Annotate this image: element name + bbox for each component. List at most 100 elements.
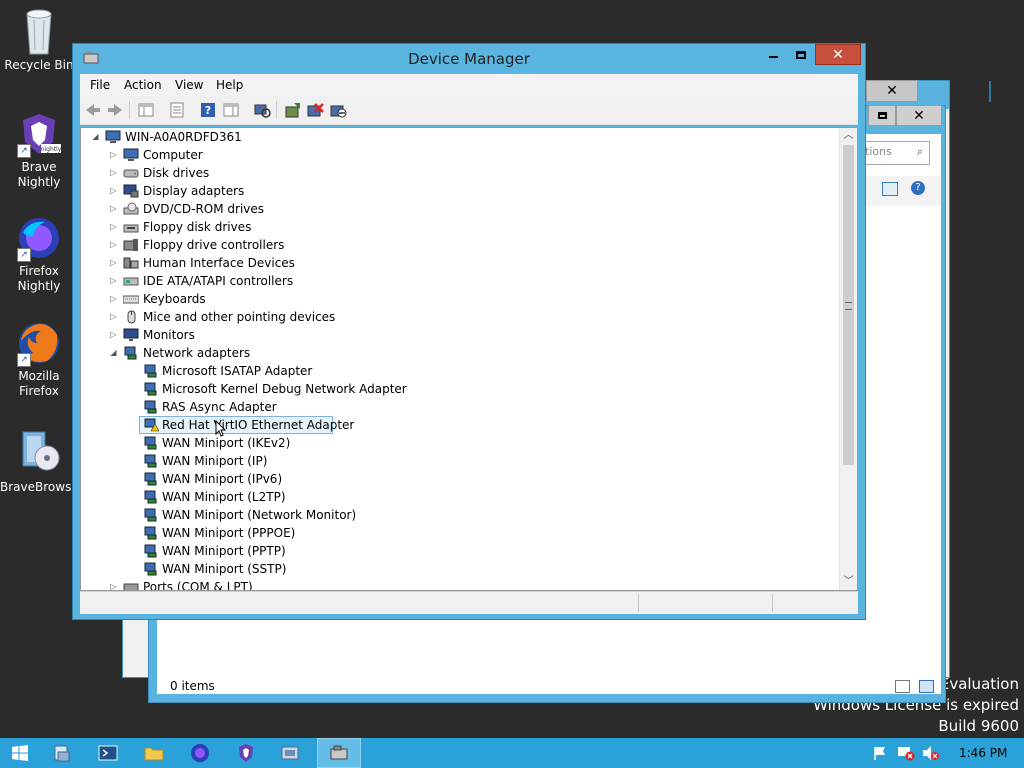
mouse-cursor-icon [215,419,227,438]
taskbar-powershell[interactable] [86,738,130,768]
scroll-down-arrow-icon[interactable]: ﹀ [840,574,857,590]
floppy-drive-icon [123,220,139,234]
pane-toggle-icon[interactable] [882,182,898,196]
taskbar-firefox-nightly[interactable] [178,738,222,768]
network-adapter-icon [143,364,159,378]
tree-device-label: Red Hat VirtIO Ethernet Adapter [162,418,355,432]
tree-category-label: DVD/CD-ROM drives [143,202,265,216]
properties-sheet-icon[interactable] [168,101,186,119]
start-button[interactable] [0,738,40,768]
shortcut-arrow-icon: ↗ [17,248,31,262]
folder-icon [144,747,164,761]
search-box[interactable]: tions ⌕ [861,141,930,165]
expand-arrow-icon[interactable]: ▷ [109,182,118,200]
expand-arrow-icon[interactable]: ▷ [109,164,118,182]
status-text: 0 items [170,679,215,693]
desktop-icon-label: BraveBrows... [0,480,83,494]
menu-help[interactable]: Help [216,78,243,92]
expand-arrow-icon[interactable]: ▷ [109,578,118,590]
expand-arrow-icon[interactable]: ▷ [109,290,118,308]
tree-device-label: WAN Miniport (IP) [162,454,268,468]
maximize-icon [877,112,887,119]
expand-arrow-icon[interactable]: ▷ [109,200,118,218]
ide-controller-icon [123,274,139,288]
collapse-arrow-icon[interactable]: ◢ [109,344,118,362]
desktop-icon-brave-nightly[interactable]: nightly ↗ Brave Nightly [0,112,78,190]
expand-arrow-icon[interactable]: ▷ [109,308,118,326]
toolbar: ? [80,96,858,125]
disk-drive-icon [123,166,139,180]
taskbar: 1:46 PM [0,738,1024,768]
disable-device-icon[interactable] [329,101,347,119]
tree-category-label: Mice and other pointing devices [143,310,336,324]
volume-muted-icon[interactable] [922,745,940,761]
tree-device-item-selected[interactable]: Red Hat VirtIO Ethernet Adapter [139,416,354,434]
tree-device-label: Microsoft Kernel Debug Network Adapter [162,382,407,396]
taskbar-server-manager[interactable] [40,738,84,768]
minimize-button[interactable] [759,44,787,65]
toolbar-separator [276,101,277,119]
computer-icon [123,148,139,162]
close-icon: ✕ [886,83,898,99]
taskbar-network-app[interactable] [268,738,312,768]
maximize-button[interactable] [787,44,815,65]
maximize-icon [796,50,806,59]
display-adapter-icon [123,184,139,198]
action-pane-icon[interactable] [222,101,240,119]
large-icons-view-icon[interactable] [919,680,934,693]
network-disconnected-icon[interactable] [897,745,915,761]
network-adapter-icon [143,526,159,540]
scroll-up-arrow-icon[interactable]: ︿ [840,128,857,144]
expand-arrow-icon[interactable]: ▷ [109,272,118,290]
help-icon[interactable]: ? [199,101,217,119]
taskbar-file-explorer[interactable] [132,738,176,768]
search-icon: ⌕ [916,145,923,158]
status-bar-separator [638,594,639,612]
uninstall-device-icon[interactable] [306,101,324,119]
help-icon[interactable]: ? [911,181,925,195]
background-window-2-maximize-button[interactable] [868,105,896,126]
tree-device-label: WAN Miniport (SSTP) [162,562,287,576]
menu-action[interactable]: Action [124,78,162,92]
background-window-1-close-button[interactable]: ✕ [866,80,918,102]
menu-view[interactable]: View [175,78,203,92]
menu-file[interactable]: File [90,78,110,92]
status-bar-separator [772,594,773,612]
close-button[interactable] [989,81,991,102]
desktop-icon-bravebrowser[interactable]: BraveBrows... [0,428,83,495]
taskbar-device-manager[interactable] [317,738,361,768]
expand-arrow-icon[interactable]: ▷ [109,218,118,236]
update-driver-icon[interactable] [284,101,302,119]
expand-arrow-icon[interactable]: ▷ [109,236,118,254]
desktop-icon-label: Firefox Nightly [17,264,61,293]
action-center-flag-icon[interactable] [872,745,888,761]
firefox-icon: ↗ [17,321,61,367]
network-adapter-icon [143,544,159,558]
collapse-arrow-icon[interactable]: ◢ [91,128,100,146]
tree-category-label: Network adapters [143,346,251,360]
tree-category-label: Display adapters [143,184,245,198]
desktop-icon-recycle-bin[interactable]: Recycle Bin [0,6,78,73]
desktop-icon-mozilla-firefox[interactable]: ↗ Mozilla Firefox [0,321,78,399]
vertical-scrollbar[interactable]: ︿ ﹀ [839,128,857,590]
hid-icon [123,256,139,270]
background-window-2-close-button[interactable]: ✕ [896,105,942,126]
desktop-icon-label: Mozilla Firefox [18,369,60,398]
desktop-icon-firefox-nightly[interactable]: ↗ Firefox Nightly [0,216,78,294]
dvd-drive-icon [123,202,139,216]
forward-arrow-icon[interactable] [106,101,124,119]
network-adapter-icon [143,490,159,504]
show-hide-console-tree-icon[interactable] [137,101,155,119]
taskbar-clock[interactable]: 1:46 PM [959,746,1007,760]
details-view-icon[interactable] [895,680,910,693]
expand-arrow-icon[interactable]: ▷ [109,254,118,272]
expand-arrow-icon[interactable]: ▷ [109,146,118,164]
device-tree[interactable]: ◢ WIN-A0A0RDFD361 ▷ Computer ▷ Disk driv… [80,127,858,591]
expand-arrow-icon[interactable]: ▷ [109,326,118,344]
device-manager-window[interactable]: Device Manager ✕ File Action View Help ? [72,43,866,620]
scan-hardware-changes-icon[interactable] [253,101,271,119]
back-arrow-icon[interactable] [84,101,102,119]
taskbar-brave[interactable] [224,738,268,768]
close-button[interactable]: ✕ [815,44,861,65]
close-icon: ✕ [913,107,925,124]
